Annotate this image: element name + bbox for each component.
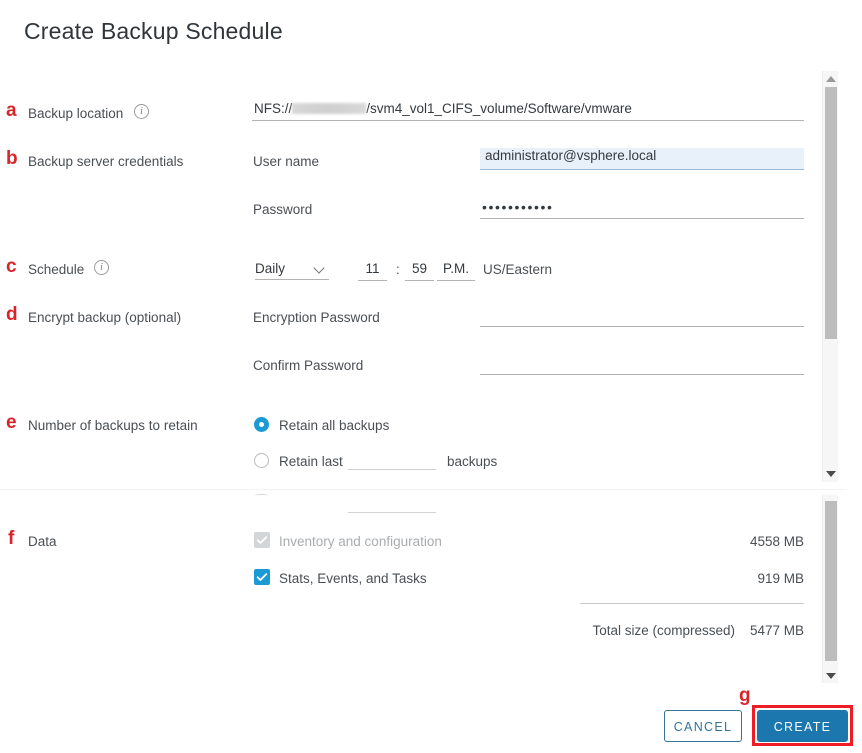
confirm-password-label: Confirm Password <box>253 358 364 373</box>
retain-last-suffix-label: backups <box>447 454 498 469</box>
create-backup-schedule-dialog: Create Backup Schedule a Backup location… <box>0 0 862 753</box>
data-label: Data <box>28 534 57 549</box>
retain-last-count-input[interactable] <box>348 450 436 470</box>
confirm-password-input[interactable] <box>480 355 804 375</box>
backup-location-redacted <box>292 103 367 114</box>
username-label: User name <box>253 154 320 169</box>
backup-location-suffix: /svm4_vol1_CIFS_volume/Software/vmware <box>366 101 632 116</box>
annotation-f: f <box>8 528 15 549</box>
scroll-up-arrow-icon[interactable] <box>826 76 836 82</box>
annotation-c: c <box>6 256 17 277</box>
annotation-a: a <box>6 100 17 121</box>
backup-location-input[interactable]: NFS:// /svm4_vol1_CIFS_volume/Software/vm… <box>252 101 804 121</box>
scroll-down-arrow-icon[interactable] <box>826 471 836 477</box>
schedule-frequency-select[interactable]: Daily <box>255 261 329 280</box>
total-size-value: 5477 MB <box>749 623 804 638</box>
scrollbar-lower[interactable] <box>822 495 838 683</box>
scroll-down-arrow-icon-lower[interactable] <box>826 673 836 679</box>
size-inventory-and-configuration: 4558 MB <box>749 534 804 549</box>
radio-retain-last-label[interactable]: Retain last <box>279 454 343 469</box>
size-stats-events-and-tasks: 919 MB <box>757 571 804 586</box>
annotation-e: e <box>6 412 17 433</box>
encryption-password-label: Encryption Password <box>253 310 380 325</box>
clipped-input-partial <box>348 493 436 513</box>
clipped-radio-partial <box>255 494 268 497</box>
schedule-hour-input[interactable]: 11 <box>358 261 387 281</box>
checkbox-stats-events-and-tasks[interactable] <box>254 569 270 585</box>
encryption-password-input[interactable] <box>480 307 804 327</box>
password-label: Password <box>253 202 313 217</box>
schedule-timezone: US/Eastern <box>483 262 553 277</box>
backup-location-info-icon[interactable]: i <box>134 104 149 119</box>
schedule-info-icon[interactable]: i <box>94 260 109 275</box>
create-button[interactable]: CREATE <box>757 710 848 742</box>
cancel-button[interactable]: CANCEL <box>664 710 742 742</box>
label-inventory-and-configuration: Inventory and configuration <box>279 534 442 549</box>
total-divider <box>580 603 804 604</box>
radio-retain-all-label[interactable]: Retain all backups <box>279 418 389 433</box>
label-stats-events-and-tasks[interactable]: Stats, Events, and Tasks <box>279 571 427 586</box>
schedule-label: Schedule <box>28 262 85 277</box>
annotation-g: g <box>739 685 751 706</box>
schedule-minute-input[interactable]: 59 <box>405 261 434 281</box>
page-title: Create Backup Schedule <box>24 18 283 44</box>
radio-retain-all[interactable] <box>254 417 269 432</box>
time-colon: : <box>396 262 400 277</box>
scroll-thumb-upper[interactable] <box>825 87 837 339</box>
encrypt-backup-label: Encrypt backup (optional) <box>28 310 182 325</box>
backup-location-label: Backup location <box>28 106 124 121</box>
scroll-thumb-lower[interactable] <box>825 501 837 661</box>
chevron-down-icon <box>313 262 325 274</box>
retention-label: Number of backups to retain <box>28 418 198 433</box>
username-input[interactable]: administrator@vsphere.local <box>480 148 804 170</box>
radio-retain-last[interactable] <box>254 453 269 468</box>
schedule-frequency-value: Daily <box>255 261 286 276</box>
checkbox-inventory-and-configuration <box>254 532 270 548</box>
password-input[interactable]: ••••••••••• <box>480 199 804 219</box>
annotation-d: d <box>6 304 18 325</box>
backup-credentials-label: Backup server credentials <box>28 154 184 169</box>
annotation-b: b <box>6 148 18 169</box>
screenshot-seam <box>0 489 846 490</box>
backup-location-prefix: NFS:// <box>254 101 293 116</box>
schedule-meridiem-input[interactable]: P.M. <box>437 261 475 281</box>
scrollbar-upper[interactable] <box>822 71 838 482</box>
